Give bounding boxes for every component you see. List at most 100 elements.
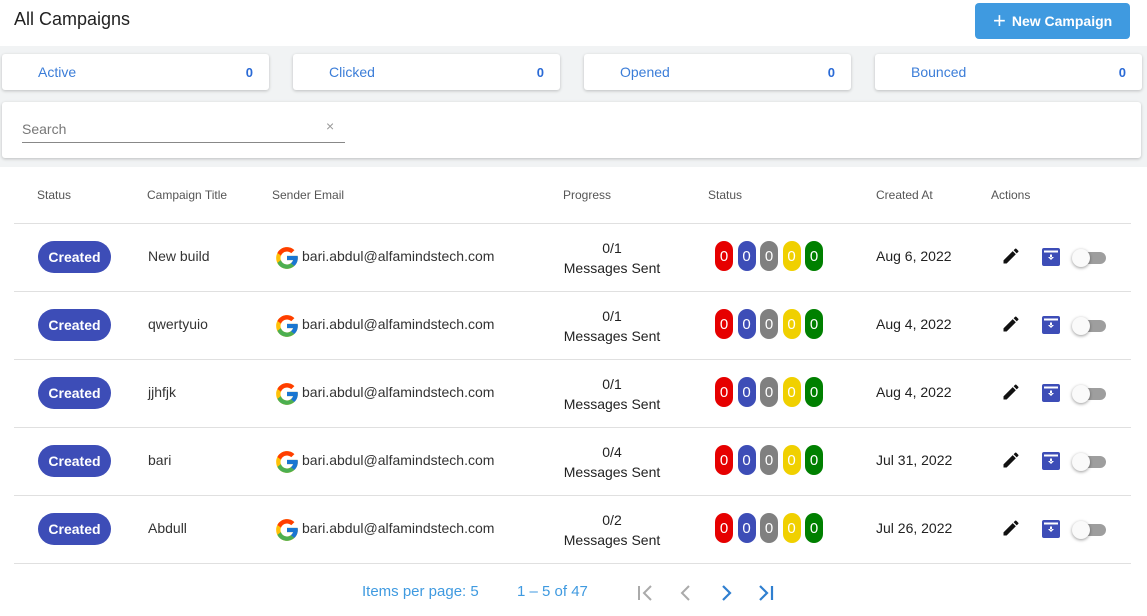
page-range: 1 – 5 of 47	[517, 583, 588, 600]
stat-count: 0	[536, 64, 544, 80]
delivery-status-counts: 00000	[715, 445, 828, 475]
column-header-delivery-status[interactable]: Status	[708, 188, 742, 202]
table-row: Created qwertyuio bari.abdul@alfamindstech…	[14, 291, 1131, 359]
column-header-title[interactable]: Campaign Title	[147, 188, 227, 202]
status-count-pill: 0	[805, 513, 823, 543]
column-header-progress[interactable]: Progress	[563, 188, 611, 202]
google-icon	[274, 381, 300, 407]
table-row: Created jjhfjk bari.abdul@alfamindstech.co…	[14, 359, 1131, 427]
status-count-pill: 0	[760, 513, 778, 543]
campaign-title: bari	[148, 452, 172, 468]
column-header-created-at[interactable]: Created At	[876, 188, 933, 202]
campaign-title: New build	[148, 248, 210, 264]
campaign-toggle[interactable]	[1072, 385, 1106, 403]
plus-icon: +	[993, 8, 1006, 33]
edit-icon[interactable]	[1001, 382, 1021, 402]
status-count-pill: 0	[805, 377, 823, 407]
campaign-title: jjhfjk	[148, 384, 177, 400]
created-at: Aug 4, 2022	[876, 384, 952, 400]
sender-email: bari.abdul@alfamindstech.com	[302, 316, 495, 332]
archive-icon[interactable]	[1042, 384, 1060, 402]
edit-icon[interactable]	[1001, 450, 1021, 470]
campaign-toggle[interactable]	[1072, 521, 1106, 539]
status-count-pill: 0	[715, 377, 733, 407]
archive-icon[interactable]	[1042, 452, 1060, 470]
stat-count: 0	[1118, 64, 1126, 80]
progress-cell: 0/1 Messages Sent	[550, 238, 674, 278]
status-count-pill: 0	[760, 445, 778, 475]
status-count-pill: 0	[737, 309, 756, 339]
new-campaign-label: New Campaign	[1011, 13, 1113, 29]
progress-cell: 0/1 Messages Sent	[550, 374, 674, 414]
status-badge: Created	[38, 309, 111, 341]
progress-cell: 0/4 Messages Sent	[550, 442, 674, 482]
next-page-icon[interactable]	[716, 584, 736, 602]
status-count-pill: 0	[760, 241, 778, 271]
campaign-title: Abdull	[148, 520, 187, 536]
first-page-icon[interactable]	[636, 584, 656, 602]
progress-count: 0/1	[602, 308, 622, 324]
created-at: Jul 31, 2022	[876, 452, 953, 468]
table-row: Created Abdull bari.abdul@alfamindstech.co…	[14, 495, 1131, 563]
campaign-toggle[interactable]	[1072, 317, 1106, 335]
archive-icon[interactable]	[1042, 316, 1060, 334]
status-badge: Created	[38, 513, 111, 545]
archive-icon[interactable]	[1042, 248, 1060, 266]
created-at: Aug 4, 2022	[876, 316, 952, 332]
progress-label: Messages Sent	[563, 464, 661, 480]
google-icon	[274, 449, 300, 475]
sender-email: bari.abdul@alfamindstech.com	[302, 248, 495, 264]
search-input[interactable]	[22, 118, 342, 140]
campaign-toggle[interactable]	[1072, 453, 1106, 471]
column-header-status[interactable]: Status	[37, 188, 71, 202]
status-count-pill: 0	[805, 309, 823, 339]
status-count-pill: 0	[737, 377, 756, 407]
progress-label: Messages Sent	[563, 532, 661, 548]
sender-email: bari.abdul@alfamindstech.com	[302, 452, 495, 468]
stat-card-opened[interactable]: Opened 0	[584, 54, 851, 90]
stat-label: Bounced	[911, 64, 967, 80]
stat-count: 0	[827, 64, 835, 80]
created-at: Jul 26, 2022	[876, 520, 953, 536]
progress-label: Messages Sent	[563, 328, 661, 344]
status-count-pill: 0	[715, 445, 733, 475]
edit-icon[interactable]	[1001, 518, 1021, 538]
google-icon	[274, 313, 300, 339]
last-page-icon[interactable]	[756, 584, 776, 602]
status-count-pill: 0	[782, 377, 801, 407]
progress-count: 0/2	[602, 512, 622, 528]
table-row: Created bari bari.abdul@alfamindstech.com 0…	[14, 427, 1131, 495]
stat-label: Clicked	[329, 64, 375, 80]
created-at: Aug 6, 2022	[876, 248, 952, 264]
status-count-pill: 0	[760, 309, 778, 339]
status-count-pill: 0	[805, 241, 823, 271]
column-header-sender-email[interactable]: Sender Email	[272, 188, 344, 202]
stat-label: Active	[38, 64, 77, 80]
status-count-pill: 0	[715, 513, 733, 543]
new-campaign-button[interactable]: + New Campaign	[975, 3, 1130, 39]
progress-label: Messages Sent	[563, 396, 661, 412]
edit-icon[interactable]	[1001, 314, 1021, 334]
status-count-pill: 0	[782, 241, 801, 271]
campaign-table: Status Campaign Title Sender Email Progr…	[0, 167, 1147, 616]
status-badge: Created	[38, 377, 111, 409]
stat-card-clicked[interactable]: Clicked 0	[293, 54, 560, 90]
status-count-pill: 0	[760, 377, 778, 407]
stat-card-bounced[interactable]: Bounced 0	[875, 54, 1142, 90]
progress-cell: 0/2 Messages Sent	[550, 510, 674, 550]
archive-icon[interactable]	[1042, 520, 1060, 538]
status-count-pill: 0	[782, 309, 801, 339]
google-icon	[274, 517, 300, 543]
edit-icon[interactable]	[1001, 246, 1021, 266]
campaign-toggle[interactable]	[1072, 249, 1106, 267]
status-count-pill: 0	[737, 445, 756, 475]
clear-search-icon[interactable]: ×	[326, 118, 334, 134]
page-title: All Campaigns	[14, 9, 131, 29]
status-badge: Created	[38, 241, 111, 273]
previous-page-icon[interactable]	[676, 584, 696, 602]
stat-card-active[interactable]: Active 0	[2, 54, 269, 90]
items-per-page[interactable]: Items per page: 5	[362, 583, 479, 600]
status-count-pill: 0	[805, 445, 823, 475]
sender-email: bari.abdul@alfamindstech.com	[302, 520, 495, 536]
delivery-status-counts: 00000	[715, 377, 828, 407]
